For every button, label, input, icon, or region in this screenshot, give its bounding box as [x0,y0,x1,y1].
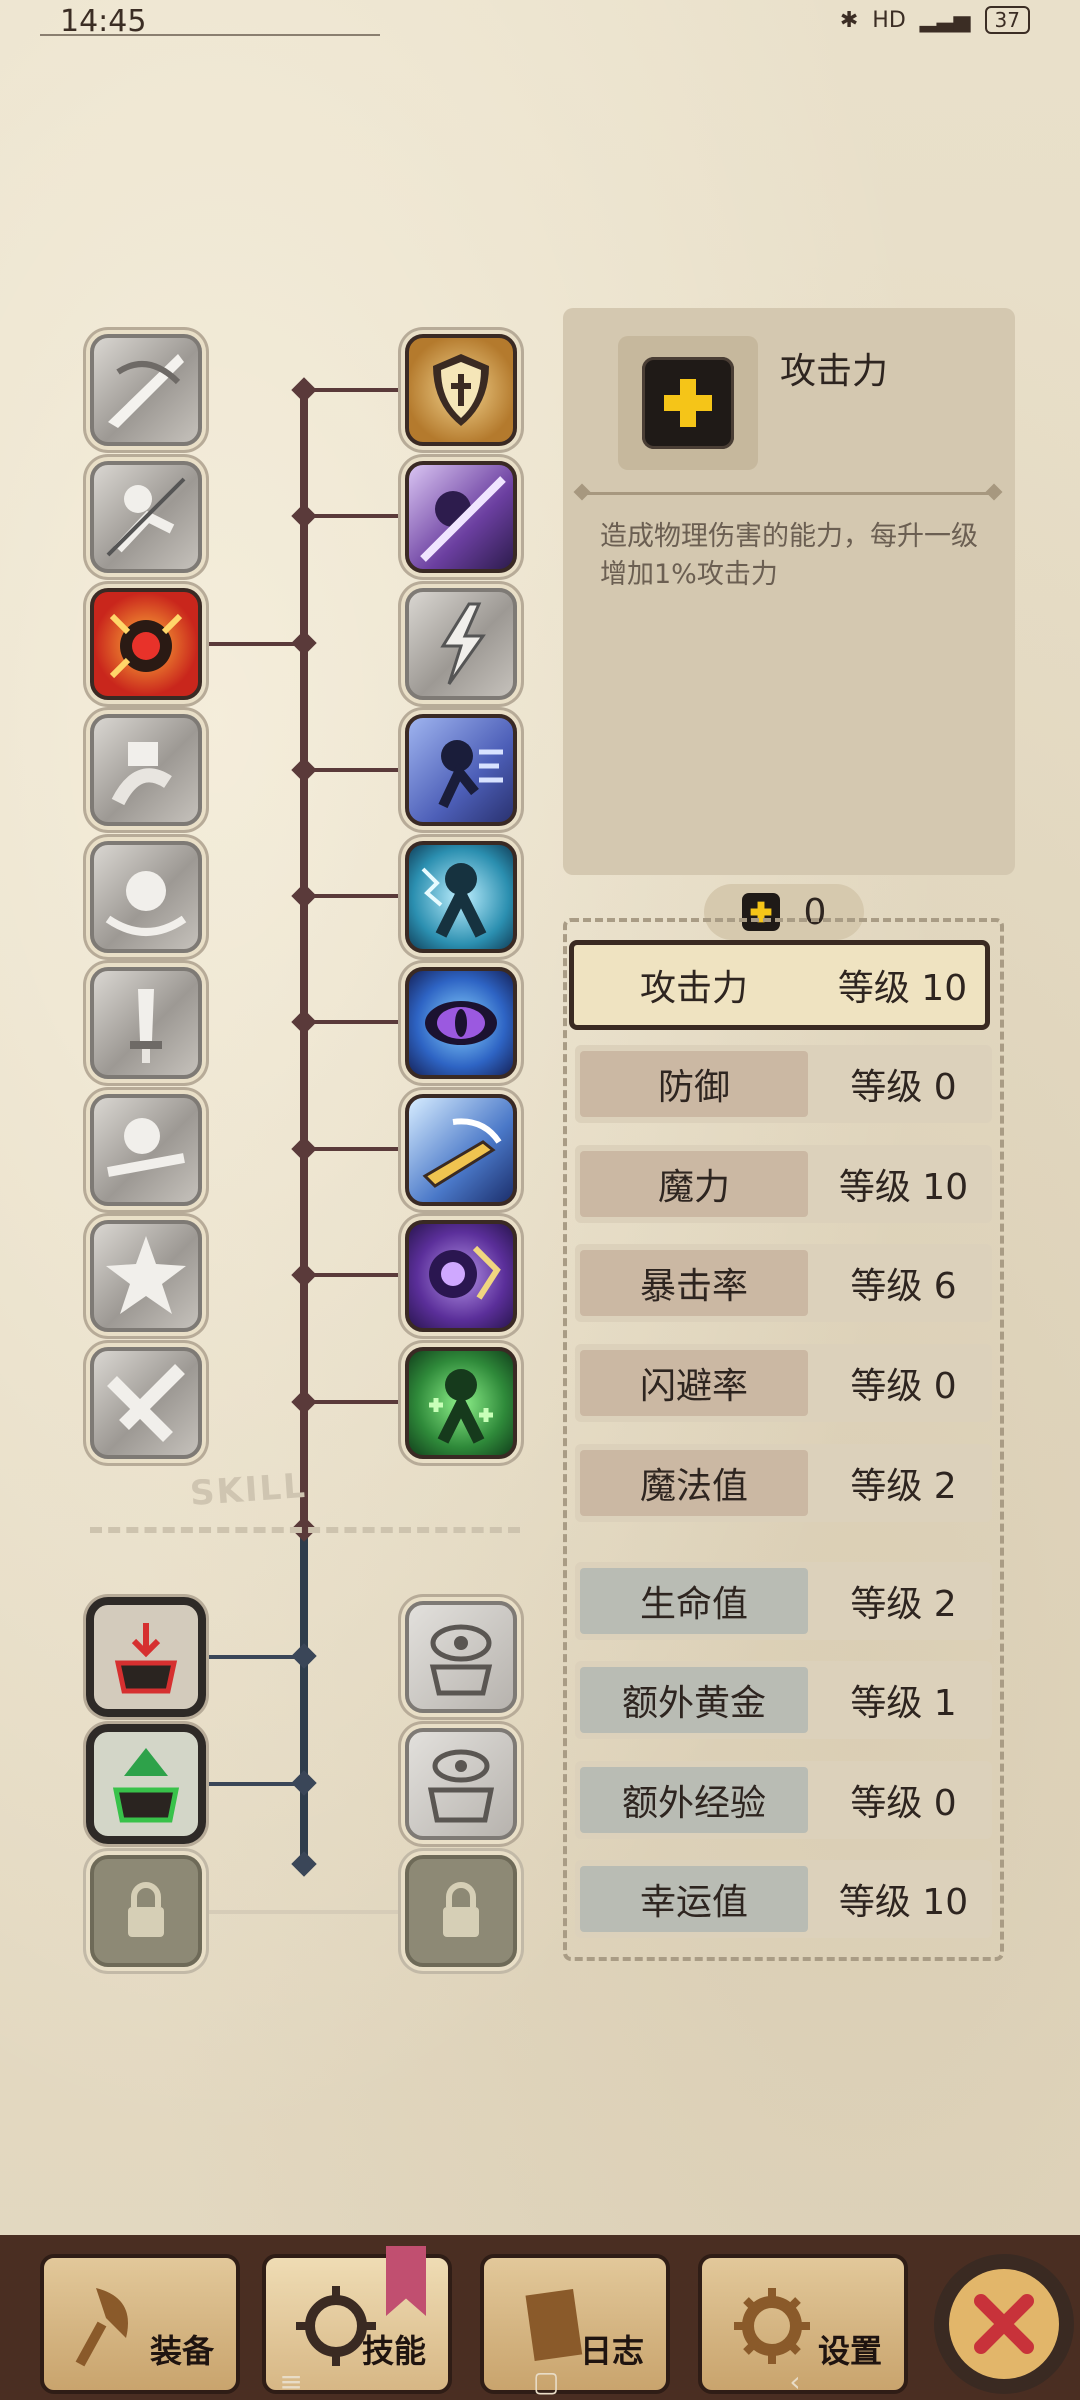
tree-node [291,757,317,783]
tree-node [291,883,317,909]
skill-strike-icon[interactable] [90,461,202,573]
axe-icon [75,2288,128,2367]
branch [202,1782,302,1786]
stat-row-hp[interactable]: 生命值 等级 2 [575,1562,992,1640]
skill-speed-dash-icon[interactable] [405,714,517,826]
branch-locked [202,1910,412,1914]
tree-node [291,630,317,656]
skill-lightning-body-icon[interactable] [405,841,517,953]
skill-whirlwind-icon[interactable] [90,841,202,953]
stat-name: 生命值 [580,1568,808,1634]
tree-node [291,377,317,403]
skill-holy-shield-icon[interactable] [405,334,517,446]
skill-nature-heal-icon[interactable] [405,1347,517,1459]
status-icons: ✱ HD ▂▃▅ 37 [840,6,1030,34]
nav-back-icon[interactable]: ‹ [789,2365,800,2398]
stat-level: 等级 10 [838,1167,969,1208]
stat-level: 等级 10 [837,968,968,1009]
battery-indicator: 37 [984,6,1030,34]
stat-name: 幸运值 [580,1866,808,1932]
nav-menu-icon[interactable]: ≡ [279,2365,302,2398]
stat-info-icon-frame [618,336,758,470]
stat-row-luck[interactable]: 幸运值 等级 10 [575,1860,992,1938]
talent-locked-left-icon [90,1855,202,1967]
skill-section-label: SKILL [188,1465,309,1515]
hd-badge: HD [872,7,906,33]
stat-level: 等级 0 [850,1783,957,1824]
section-divider [90,1527,520,1533]
skill-thunder-icon[interactable] [405,588,517,700]
info-divider [580,492,996,495]
stat-level: 等级 2 [850,1584,957,1625]
stat-name: 额外经验 [580,1767,808,1833]
bluetooth-icon: ✱ [839,7,859,33]
stat-row-bonus-exp[interactable]: 额外经验 等级 0 [575,1761,992,1839]
skill-slash-icon[interactable] [90,334,202,446]
talent-tree-trunk [300,1532,308,1870]
nav-home-icon[interactable]: ▢ [533,2365,559,2398]
stat-row-bonus-gold[interactable]: 额外黄金 等级 1 [575,1661,992,1739]
skill-dash-icon[interactable] [90,1094,202,1206]
stat-row-defense[interactable]: 防御 等级 0 [575,1045,992,1123]
system-nav-bar: ≡ ▢ ‹ [0,2362,1080,2400]
talent-exp-chest-icon[interactable] [90,1728,202,1840]
stat-level: 等级 0 [850,1366,957,1407]
skill-rage-icon[interactable] [90,588,202,700]
stat-level: 等级 1 [850,1683,957,1724]
stat-level: 等级 10 [838,1882,969,1923]
skill-golden-sword-icon[interactable] [405,1094,517,1206]
stat-row-mana[interactable]: 魔法值 等级 2 [575,1444,992,1522]
stat-name: 攻击力 [639,968,748,1009]
skill-dagger-icon[interactable] [90,967,202,1079]
tree-node [291,503,317,529]
tree-node [291,1262,317,1288]
tree-node [291,1136,317,1162]
skill-power-fist-icon[interactable] [90,714,202,826]
stat-row-magic-power[interactable]: 魔力 等级 10 [575,1145,992,1223]
tree-node [291,1851,317,1877]
skill-tree-trunk [300,382,308,1532]
branch [202,642,302,646]
status-divider [40,34,380,36]
stat-name: 防御 [580,1051,808,1117]
stat-level: 等级 0 [850,1067,957,1108]
branch [202,1655,302,1659]
stat-level: 等级 6 [850,1266,957,1307]
tree-node [291,1389,317,1415]
skill-cross-blades-icon[interactable] [90,1347,202,1459]
stat-info-description: 造成物理伤害的能力，每升一级增加1%攻击力 [600,521,978,590]
tree-node [291,1770,317,1796]
tree-node [291,1009,317,1035]
talent-gold-drop-icon[interactable] [90,1601,202,1713]
talent-locked-right-icon [405,1855,517,1967]
plus-icon [642,357,734,449]
signal-icon: ▂▃▅ [919,7,971,33]
tree-node [291,1643,317,1669]
stat-name: 魔力 [580,1151,808,1217]
stat-row-crit-rate[interactable]: 暴击率 等级 6 [575,1244,992,1322]
skill-void-eye-icon[interactable] [405,967,517,1079]
stat-name: 闪避率 [580,1350,808,1416]
stat-name: 暴击率 [580,1250,808,1316]
stat-name: 额外黄金 [580,1667,808,1733]
status-bar: 14:45 ✱ HD ▂▃▅ 37 [0,0,1080,40]
talent-eye-chest-icon[interactable] [405,1728,517,1840]
talent-watch-eye-chest-icon[interactable] [405,1601,517,1713]
skill-arcane-burst-icon[interactable] [405,1220,517,1332]
gear-icon [734,2288,810,2364]
stat-name: 魔法值 [580,1450,808,1516]
skill-shadow-slash-icon[interactable] [405,461,517,573]
skill-explosion-icon[interactable] [90,1220,202,1332]
stat-level: 等级 2 [850,1466,957,1507]
stat-info-title: 攻击力 [780,351,889,392]
stat-row-attack[interactable]: 攻击力 等级 10 [569,940,990,1030]
stat-row-dodge-rate[interactable]: 闪避率 等级 0 [575,1344,992,1422]
